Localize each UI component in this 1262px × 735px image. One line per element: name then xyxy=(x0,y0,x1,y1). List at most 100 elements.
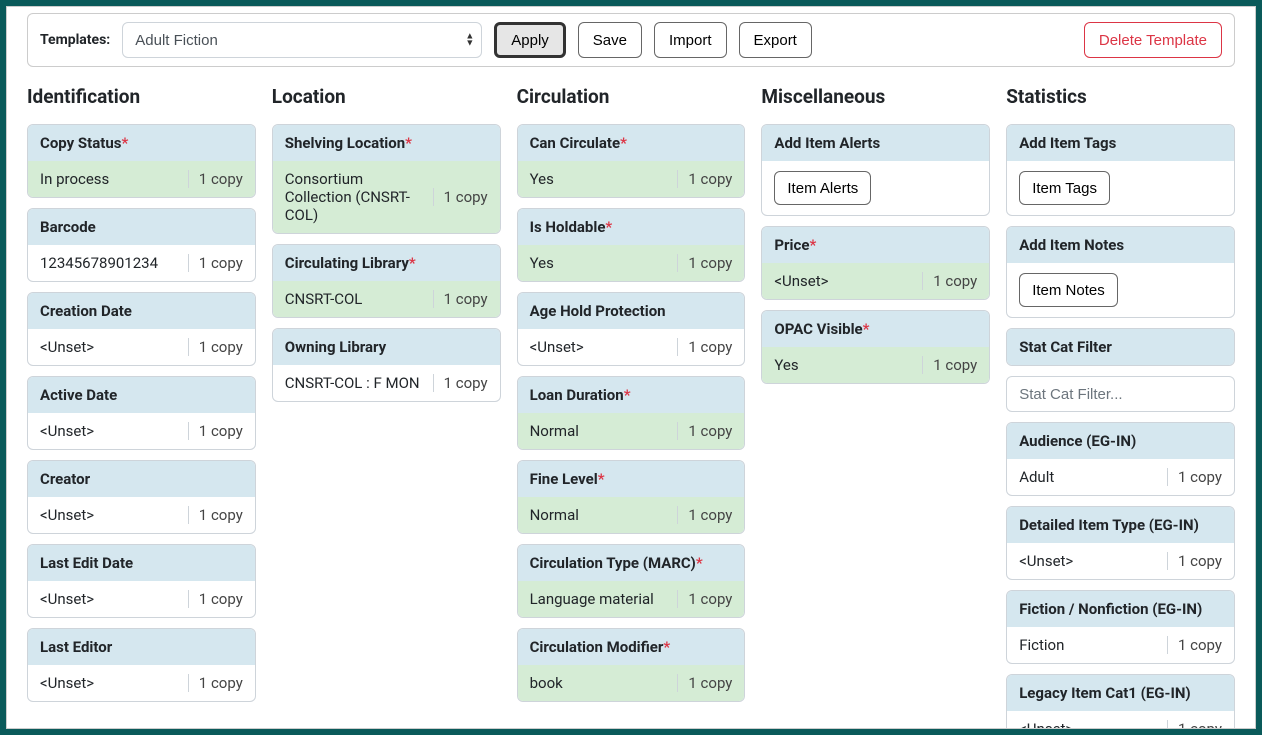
field-value: Normal xyxy=(530,422,678,440)
card-shelving-location[interactable]: Shelving Location* Consortium Collection … xyxy=(272,124,501,234)
field-body: <Unset>1 copy xyxy=(762,263,989,299)
field-body: <Unset>1 copy xyxy=(28,665,255,701)
card-add-item-notes: Add Item Notes Item Notes xyxy=(1006,226,1235,318)
field-value: <Unset> xyxy=(40,422,188,440)
field-label: OPAC Visible* xyxy=(762,311,989,347)
select-spinner-icon[interactable]: ▲▼ xyxy=(465,34,474,47)
template-toolbar: Templates: ▲▼ Apply Save Import Export D… xyxy=(27,13,1235,67)
item-tags-button[interactable]: Item Tags xyxy=(1019,171,1110,205)
save-button[interactable]: Save xyxy=(578,22,642,58)
card-copy-status[interactable]: Copy Status*In process1 copy xyxy=(27,124,256,198)
card-loan-duration[interactable]: Loan Duration*Normal1 copy xyxy=(517,376,746,450)
field-count: 1 copy xyxy=(677,590,732,608)
export-button[interactable]: Export xyxy=(739,22,812,58)
field-value: CNSRT-COL xyxy=(285,290,433,308)
template-select[interactable]: ▲▼ xyxy=(122,22,482,58)
col-identification: Identification Copy Status*In process1 c… xyxy=(27,75,256,729)
required-asterisk-icon: * xyxy=(605,218,612,236)
card-circulating-library[interactable]: Circulating Library*CNSRT-COL1 copy xyxy=(272,244,501,318)
field-value: Fiction xyxy=(1019,636,1167,654)
card-audience[interactable]: Audience (EG-IN)Adult1 copy xyxy=(1006,422,1235,496)
field-count: 1 copy xyxy=(677,338,732,356)
field-count: 1 copy xyxy=(677,506,732,524)
card-opac-visible[interactable]: OPAC Visible*Yes1 copy xyxy=(761,310,990,384)
field-value: <Unset> xyxy=(1019,720,1167,729)
field-body: <Unset>1 copy xyxy=(1007,711,1234,729)
delete-template-button[interactable]: Delete Template xyxy=(1084,22,1222,58)
item-notes-button[interactable]: Item Notes xyxy=(1019,273,1118,307)
field-value: Adult xyxy=(1019,468,1167,486)
field-label: Add Item Alerts xyxy=(762,125,989,161)
field-count: 1 copy xyxy=(1167,468,1222,486)
card-legacy-item-cat1[interactable]: Legacy Item Cat1 (EG-IN)<Unset>1 copy xyxy=(1006,674,1235,729)
field-label: Loan Duration* xyxy=(518,377,745,413)
field-count: 1 copy xyxy=(922,356,977,374)
col-circulation: Circulation Can Circulate*Yes1 copyIs Ho… xyxy=(517,75,746,729)
field-count: 1 copy xyxy=(677,674,732,692)
col-statistics: Statistics Add Item Tags Item Tags Add I… xyxy=(1006,75,1235,729)
required-asterisk-icon: * xyxy=(624,386,631,404)
field-count: 1 copy xyxy=(677,254,732,272)
field-count: 1 copy xyxy=(677,170,732,188)
item-alerts-button[interactable]: Item Alerts xyxy=(774,171,871,205)
field-label: Creator xyxy=(28,461,255,497)
field-body: Yes1 copy xyxy=(518,245,745,281)
field-count: 1 copy xyxy=(188,674,243,692)
field-body: Fiction1 copy xyxy=(1007,627,1234,663)
field-value: Consortium Collection (CNSRT-COL) xyxy=(285,170,433,224)
card-is-holdable[interactable]: Is Holdable*Yes1 copy xyxy=(517,208,746,282)
card-last-editor[interactable]: Last Editor<Unset>1 copy xyxy=(27,628,256,702)
field-label: Fiction / Nonfiction (EG-IN) xyxy=(1007,591,1234,627)
card-creation-date[interactable]: Creation Date<Unset>1 copy xyxy=(27,292,256,366)
field-label: Stat Cat Filter xyxy=(1007,329,1234,365)
card-active-date[interactable]: Active Date<Unset>1 copy xyxy=(27,376,256,450)
field-value: <Unset> xyxy=(40,590,188,608)
field-count: 1 copy xyxy=(188,338,243,356)
field-label: Legacy Item Cat1 (EG-IN) xyxy=(1007,675,1234,711)
card-detailed-item-type[interactable]: Detailed Item Type (EG-IN)<Unset>1 copy xyxy=(1006,506,1235,580)
card-circulation-type-marc[interactable]: Circulation Type (MARC)*Language materia… xyxy=(517,544,746,618)
field-value: Yes xyxy=(530,254,678,272)
required-asterisk-icon: * xyxy=(598,470,605,488)
required-asterisk-icon: * xyxy=(620,134,627,152)
card-age-hold-protection[interactable]: Age Hold Protection<Unset>1 copy xyxy=(517,292,746,366)
field-count: 1 copy xyxy=(188,422,243,440)
card-fiction-nonfiction[interactable]: Fiction / Nonfiction (EG-IN)Fiction1 cop… xyxy=(1006,590,1235,664)
apply-button[interactable]: Apply xyxy=(494,22,566,58)
card-last-edit-date[interactable]: Last Edit Date<Unset>1 copy xyxy=(27,544,256,618)
field-label: Fine Level* xyxy=(518,461,745,497)
required-asterisk-icon: * xyxy=(663,638,670,656)
template-select-input[interactable] xyxy=(122,22,482,58)
card-price[interactable]: Price*<Unset>1 copy xyxy=(761,226,990,300)
col-title-identification: Identification xyxy=(27,85,256,108)
field-label: Can Circulate* xyxy=(518,125,745,161)
card-add-item-tags: Add Item Tags Item Tags xyxy=(1006,124,1235,216)
card-owning-library[interactable]: Owning LibraryCNSRT-COL : F MON1 copy xyxy=(272,328,501,402)
stat-cat-filter-input[interactable] xyxy=(1006,376,1235,412)
field-body: 123456789012341 copy xyxy=(28,245,255,281)
field-value: 12345678901234 xyxy=(40,254,188,272)
field-label: Circulating Library* xyxy=(273,245,500,281)
field-label: Last Edit Date xyxy=(28,545,255,581)
card-barcode[interactable]: Barcode123456789012341 copy xyxy=(27,208,256,282)
card-fine-level[interactable]: Fine Level* Normal1 copy xyxy=(517,460,746,534)
field-body: CNSRT-COL1 copy xyxy=(273,281,500,317)
card-circulation-modifier[interactable]: Circulation Modifier*book1 copy xyxy=(517,628,746,702)
field-value: <Unset> xyxy=(1019,552,1167,570)
field-body: <Unset>1 copy xyxy=(28,497,255,533)
card-stat-cat-filter: Stat Cat Filter xyxy=(1006,328,1235,366)
field-label: Circulation Type (MARC)* xyxy=(518,545,745,581)
field-value: Normal xyxy=(530,506,678,524)
field-label: Shelving Location* xyxy=(273,125,500,161)
field-label: Last Editor xyxy=(28,629,255,665)
card-creator[interactable]: Creator<Unset>1 copy xyxy=(27,460,256,534)
field-label: Age Hold Protection xyxy=(518,293,745,329)
col-title-circulation: Circulation xyxy=(517,85,746,108)
col-miscellaneous: Miscellaneous Add Item Alerts Item Alert… xyxy=(761,75,990,729)
card-can-circulate[interactable]: Can Circulate*Yes1 copy xyxy=(517,124,746,198)
field-value: CNSRT-COL : F MON xyxy=(285,374,433,392)
import-button[interactable]: Import xyxy=(654,22,727,58)
required-asterisk-icon: * xyxy=(696,554,703,572)
col-title-statistics: Statistics xyxy=(1006,85,1235,108)
field-count: 1 copy xyxy=(188,506,243,524)
